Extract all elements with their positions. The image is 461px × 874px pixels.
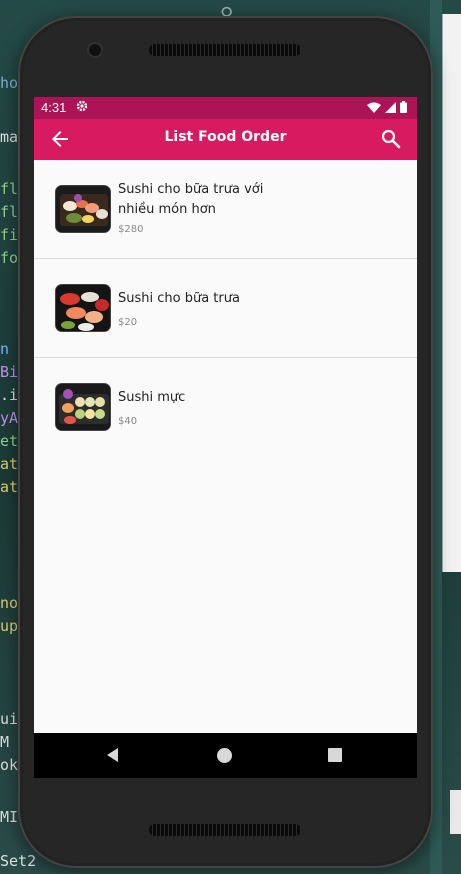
list-item[interactable]: Sushi mực $40 xyxy=(34,358,417,457)
top-speaker xyxy=(149,44,301,56)
page-title: List Food Order xyxy=(164,129,287,145)
food-thumbnail xyxy=(55,284,111,332)
food-price: $40 xyxy=(118,416,138,427)
food-name: Sushi cho bữa trưa với nhiều món hơn xyxy=(118,182,264,217)
signal-icon xyxy=(385,101,396,113)
battery-icon xyxy=(400,101,407,113)
square-recent-icon[interactable] xyxy=(328,748,342,762)
list-item[interactable]: Sushi cho bữa trưa $20 xyxy=(34,259,417,358)
food-name: Sushi mực xyxy=(118,390,186,405)
phone-screen: 4:31 List Food Order Sushi cho bữa trưa … xyxy=(34,97,417,778)
status-time: 4:31 xyxy=(41,100,67,115)
list-item[interactable]: Sushi cho bữa trưa với nhiều món hơn $28… xyxy=(34,160,417,259)
status-bar: 4:31 xyxy=(34,97,417,119)
search-icon[interactable] xyxy=(379,127,403,151)
system-navigation-bar xyxy=(34,733,417,778)
front-camera xyxy=(89,44,101,56)
background-corner-panel xyxy=(450,790,461,834)
food-name: Sushi cho bữa trưa xyxy=(118,291,240,306)
app-bar: List Food Order xyxy=(34,119,417,160)
triangle-back-icon[interactable] xyxy=(104,746,122,764)
food-price: $20 xyxy=(118,317,138,328)
status-icons xyxy=(367,101,407,113)
bottom-speaker xyxy=(149,824,301,836)
food-order-list: Sushi cho bữa trưa với nhiều món hơn $28… xyxy=(34,160,417,457)
wifi-icon xyxy=(367,102,381,113)
background-side-panel xyxy=(442,14,461,572)
food-thumbnail xyxy=(55,383,111,431)
circle-home-icon[interactable] xyxy=(217,748,232,763)
gear-icon xyxy=(76,100,88,112)
food-thumbnail xyxy=(55,185,111,233)
food-price: $280 xyxy=(118,224,144,235)
